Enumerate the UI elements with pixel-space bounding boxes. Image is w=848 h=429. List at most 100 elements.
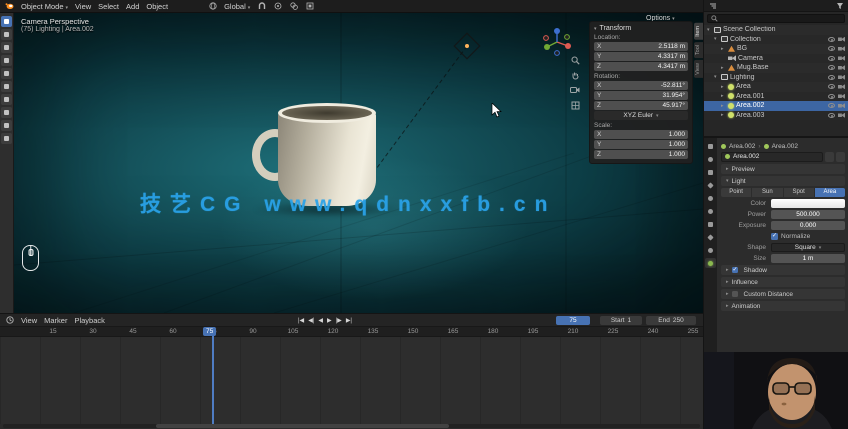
light-type-area[interactable]: Area bbox=[814, 188, 845, 197]
tool-cursor-icon[interactable] bbox=[1, 29, 12, 40]
tab-view-layer-icon[interactable] bbox=[705, 180, 716, 190]
tab-tool-icon[interactable] bbox=[705, 141, 716, 151]
pan-hand-icon[interactable] bbox=[570, 70, 580, 80]
camera-view-icon[interactable] bbox=[570, 85, 580, 95]
npanel-tab-tool[interactable]: Tool bbox=[694, 41, 703, 58]
render-visibility-icon[interactable] bbox=[838, 84, 845, 90]
3d-viewport[interactable]: 技艺CG www.qdnxxfb.cn Camera Perspective (… bbox=[14, 13, 703, 313]
breadcrumb-data[interactable]: Area.002 bbox=[772, 143, 798, 150]
menu-add[interactable]: Add bbox=[126, 2, 139, 11]
ortho-grid-icon[interactable] bbox=[570, 100, 580, 110]
playhead-frame-tag[interactable]: 75 bbox=[203, 327, 217, 336]
npanel-tab-item[interactable]: Item bbox=[694, 23, 703, 40]
current-frame-field[interactable]: 75 bbox=[556, 316, 590, 325]
tool-transform-icon[interactable] bbox=[1, 81, 12, 92]
datablock-name-field[interactable]: Area.002 bbox=[721, 151, 823, 162]
tab-constraints-icon[interactable] bbox=[705, 232, 716, 242]
outliner-row-collection[interactable]: Collection bbox=[704, 34, 848, 44]
next-keyframe-button[interactable]: |▶ bbox=[336, 317, 342, 324]
outliner-row-bg[interactable]: BG bbox=[704, 44, 848, 54]
playhead[interactable] bbox=[212, 327, 214, 425]
expand-icon[interactable] bbox=[707, 27, 714, 33]
shadow-checkbox[interactable] bbox=[731, 266, 738, 273]
section-animation[interactable]: Animation bbox=[721, 301, 845, 311]
rotation-z-field[interactable]: Z 45.917° bbox=[594, 101, 688, 110]
render-visibility-icon[interactable] bbox=[838, 36, 845, 42]
play-reverse-button[interactable]: ◀ bbox=[318, 317, 323, 324]
tab-physics-icon[interactable] bbox=[705, 245, 716, 255]
exposure-field[interactable]: 0.000 bbox=[771, 221, 845, 230]
zoom-icon[interactable] bbox=[570, 55, 580, 65]
expand-icon[interactable] bbox=[721, 112, 728, 118]
frame-start-field[interactable]: Start 1 bbox=[600, 316, 642, 325]
fake-user-button[interactable] bbox=[825, 151, 834, 162]
tool-add-cube-icon[interactable] bbox=[1, 120, 12, 131]
section-shadow[interactable]: Shadow bbox=[721, 265, 845, 275]
rotation-mode-dropdown[interactable]: XYZ Euler bbox=[594, 111, 688, 120]
transform-panel-title[interactable]: Transform bbox=[594, 25, 688, 32]
section-custom-distance[interactable]: Custom Distance bbox=[721, 289, 845, 299]
custom-distance-checkbox[interactable] bbox=[731, 291, 738, 297]
outliner-row-camera[interactable]: Camera bbox=[704, 53, 848, 63]
tool-annotate-icon[interactable] bbox=[1, 94, 12, 105]
render-visibility-icon[interactable] bbox=[838, 65, 845, 71]
light-type-sun[interactable]: Sun bbox=[752, 188, 784, 197]
outliner-editor-icon[interactable] bbox=[708, 1, 717, 10]
rotation-x-field[interactable]: X -52.811° bbox=[594, 81, 688, 90]
jump-to-end-button[interactable]: ▶| bbox=[346, 317, 352, 324]
timeline-ruler[interactable]: 15 30 45 60 75 90 105 120 135 150 165 18… bbox=[0, 327, 703, 337]
scrollbar-handle[interactable] bbox=[156, 424, 450, 428]
expand-icon[interactable] bbox=[721, 84, 728, 90]
section-light[interactable]: Light bbox=[721, 176, 845, 186]
render-visibility-icon[interactable] bbox=[838, 55, 845, 61]
outliner-row-area[interactable]: Area bbox=[704, 82, 848, 92]
hide-eye-icon[interactable] bbox=[828, 65, 835, 71]
scale-x-field[interactable]: X 1.000 bbox=[594, 130, 688, 139]
tool-select-box-icon[interactable] bbox=[1, 16, 12, 27]
hide-eye-icon[interactable] bbox=[828, 84, 835, 90]
tool-extra-icon[interactable] bbox=[1, 133, 12, 144]
render-visibility-icon[interactable] bbox=[838, 112, 845, 118]
prev-keyframe-button[interactable]: ◀| bbox=[308, 317, 314, 324]
tool-measure-icon[interactable] bbox=[1, 107, 12, 118]
outliner-row-area-002-selected[interactable]: Area.002 bbox=[704, 101, 848, 111]
expand-icon[interactable] bbox=[721, 46, 728, 52]
hide-eye-icon[interactable] bbox=[828, 55, 835, 61]
frame-end-field[interactable]: End 250 bbox=[646, 316, 696, 325]
expand-icon[interactable] bbox=[714, 74, 721, 80]
render-visibility-icon[interactable] bbox=[838, 103, 845, 109]
jump-to-start-button[interactable]: |◀ bbox=[298, 317, 304, 324]
outliner-row-scene-collection[interactable]: Scene Collection bbox=[704, 25, 848, 35]
timeline-scrollbar[interactable] bbox=[3, 424, 700, 428]
hide-eye-icon[interactable] bbox=[828, 103, 835, 109]
mode-dropdown[interactable]: Object Mode bbox=[21, 2, 68, 11]
timeline-menu-view[interactable]: View bbox=[21, 316, 37, 325]
render-visibility-icon[interactable] bbox=[838, 74, 845, 80]
outliner-search[interactable] bbox=[707, 14, 845, 23]
tool-scale-icon[interactable] bbox=[1, 68, 12, 79]
color-swatch[interactable] bbox=[771, 199, 845, 208]
menu-view[interactable]: View bbox=[75, 2, 91, 11]
location-x-field[interactable]: X 2.5118 m bbox=[594, 42, 688, 51]
scale-y-field[interactable]: Y 1.000 bbox=[594, 140, 688, 149]
size-field[interactable]: 1 m bbox=[771, 254, 845, 263]
light-type-spot[interactable]: Spot bbox=[784, 188, 815, 197]
xray-icon[interactable] bbox=[305, 2, 314, 11]
tab-object-data-light-icon[interactable] bbox=[705, 258, 716, 268]
rotation-y-field[interactable]: Y 31.954° bbox=[594, 91, 688, 100]
timeline-menu-playback[interactable]: Playback bbox=[74, 316, 104, 325]
power-field[interactable]: 500.000 bbox=[771, 210, 845, 219]
play-button[interactable]: ▶ bbox=[327, 317, 332, 324]
outliner-row-mug-base[interactable]: Mug.Base bbox=[704, 63, 848, 73]
search-input[interactable] bbox=[721, 15, 841, 22]
hide-eye-icon[interactable] bbox=[828, 74, 835, 80]
expand-icon[interactable] bbox=[714, 36, 721, 42]
render-visibility-icon[interactable] bbox=[838, 46, 845, 52]
hide-eye-icon[interactable] bbox=[828, 93, 835, 99]
blender-logo-icon[interactable] bbox=[5, 2, 14, 11]
hide-eye-icon[interactable] bbox=[828, 46, 835, 52]
shape-dropdown[interactable]: Square bbox=[771, 243, 845, 252]
outliner-row-area-001[interactable]: Area.001 bbox=[704, 91, 848, 101]
section-preview[interactable]: Preview bbox=[721, 164, 845, 174]
proportional-edit-icon[interactable] bbox=[273, 2, 282, 11]
